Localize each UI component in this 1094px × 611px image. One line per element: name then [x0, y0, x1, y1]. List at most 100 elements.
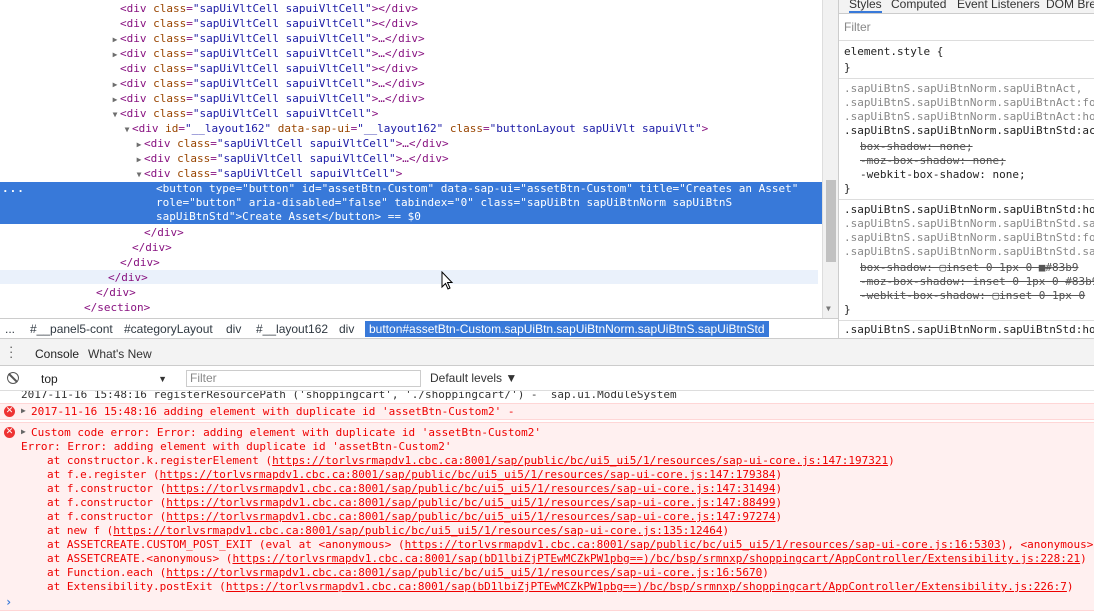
- expand-arrow-icon[interactable]: ▶: [110, 92, 120, 107]
- rule1-selector[interactable]: .sapUiBtnS.sapUiBtnNorm.sapUiBtnAct,: [844, 82, 1082, 96]
- stack-frame-link[interactable]: https://torlvsrmapdv1.cbc.ca:8001/sap/pu…: [405, 538, 1001, 551]
- dom-closing-tag[interactable]: </section>: [0, 300, 822, 315]
- collapse-arrow-icon[interactable]: ▼: [110, 107, 120, 122]
- stack-frame-link[interactable]: https://torlvsrmapdv1.cbc.ca:8001/sap(bD…: [232, 552, 1080, 565]
- breadcrumb-item[interactable]: div: [226, 321, 241, 337]
- expand-arrow-icon[interactable]: ▶: [21, 425, 26, 439]
- divider: [839, 320, 1094, 321]
- drawer-menu-icon[interactable]: · · ·: [9, 340, 13, 363]
- dom-closing-tag[interactable]: </div>: [0, 255, 822, 270]
- context-selector[interactable]: top ▼: [33, 371, 173, 387]
- console-error-row[interactable]: ✕ ▶ Custom code error: Error: adding ele…: [0, 422, 1094, 611]
- dom-token: ></div>: [371, 62, 419, 75]
- divider: [839, 199, 1094, 200]
- stack-frame-link[interactable]: https://torlvsrmapdv1.cbc.ca:8001/sap/pu…: [166, 496, 775, 509]
- dom-node[interactable]: ▶ <div class="sapUiVltCell sapuiVltCell">…: [0, 151, 822, 166]
- rule1-selector[interactable]: .sapUiBtnS.sapUiBtnNorm.sapUiBtnStd:ac: [844, 124, 1094, 138]
- dom-token: [271, 122, 278, 135]
- rule2-prop[interactable]: -moz-box-shadow: inset 0 1px 0 #83b9: [860, 275, 1094, 289]
- expand-arrow-icon[interactable]: ▶: [110, 32, 120, 47]
- scroll-down-icon[interactable]: ▼: [826, 304, 831, 313]
- expand-arrow-icon[interactable]: ▶: [21, 404, 26, 418]
- stack-frame-link[interactable]: https://torlvsrmapdv1.cbc.ca:8001/sap/pu…: [113, 524, 722, 537]
- expand-arrow-icon[interactable]: ▶: [110, 77, 120, 92]
- dom-node[interactable]: ▶ <div class="sapUiVltCell sapuiVltCell">…: [0, 136, 822, 151]
- dom-token: "sapUiVltCell sapuiVltCell": [192, 17, 372, 30]
- stack-frame-link[interactable]: https://torlvsrmapdv1.cbc.ca:8001/sap/pu…: [166, 510, 775, 523]
- rule2-selector[interactable]: .sapUiBtnS.sapUiBtnNorm.sapUiBtnStd.sa: [844, 217, 1094, 231]
- dom-token: <div: [120, 107, 154, 120]
- dom-node[interactable]: ▶ <div class="sapUiVltCell sapuiVltCell">…: [0, 76, 822, 91]
- rule2-selector[interactable]: .sapUiBtnS.sapUiBtnNorm.sapUiBtnStd.sa: [844, 245, 1094, 259]
- rule2-selector[interactable]: .sapUiBtnS.sapUiBtnNorm.sapUiBtnStd:ho: [844, 203, 1094, 217]
- dom-node[interactable]: <div class="sapUiVltCell sapuiVltCell"><…: [0, 61, 822, 76]
- rule1-prop[interactable]: -moz-box-shadow: none;: [860, 154, 1006, 168]
- breadcrumb-item[interactable]: div: [339, 321, 354, 337]
- elements-scrollbar[interactable]: ▼: [822, 0, 838, 318]
- dom-node[interactable]: ▼ <div class="sapUiVltCell sapuiVltCell">: [0, 106, 822, 121]
- rule1-prop[interactable]: -webkit-box-shadow: none;: [860, 168, 1026, 182]
- rule2-selector[interactable]: .sapUiBtnS.sapUiBtnNorm.sapUiBtnStd:fo: [844, 231, 1094, 245]
- rule1-selector[interactable]: .sapUiBtnS.sapUiBtnNorm.sapUiBtnAct:ho: [844, 110, 1094, 124]
- dom-token: "sapUiVltCell sapuiVltCell": [192, 2, 372, 15]
- breadcrumb-item[interactable]: #categoryLayout: [124, 321, 213, 337]
- styles-filter-input[interactable]: Filter: [844, 20, 871, 34]
- stack-frame-fn: at f.constructor (: [47, 510, 167, 523]
- dom-node[interactable]: ▼ <div class="sapUiVltCell sapuiVltCell">: [0, 166, 822, 181]
- tab-console[interactable]: Console: [35, 347, 79, 361]
- dom-token: class: [153, 107, 187, 120]
- tab-dom-breakpoints[interactable]: DOM Bre: [1046, 0, 1094, 11]
- mouse-cursor-icon: [441, 271, 454, 290]
- stack-frame-link[interactable]: https://torlvsrmapdv1.cbc.ca:8001/sap/pu…: [160, 468, 776, 481]
- dom-node[interactable]: ▶ <div class="sapUiVltCell sapuiVltCell">…: [0, 46, 822, 61]
- dom-token: class: [153, 32, 187, 45]
- stack-frame-link[interactable]: https://torlvsrmapdv1.cbc.ca:8001/sap/pu…: [272, 454, 888, 467]
- element-style-selector[interactable]: element.style {: [844, 45, 943, 59]
- tab-event-listeners[interactable]: Event Listeners: [957, 0, 1040, 11]
- console-log-line: 2017-11-16 15:48:16 registerResourcePath…: [21, 391, 677, 401]
- expand-arrow-icon[interactable]: ▶: [134, 137, 144, 152]
- log-levels-dropdown[interactable]: Default levels ▼: [430, 371, 517, 385]
- rule3-selector[interactable]: .sapUiBtnS.sapUiBtnNorm.sapUiBtnStd:ho: [844, 323, 1094, 337]
- expand-arrow-icon[interactable]: ▶: [110, 47, 120, 62]
- console-filter-input[interactable]: Filter: [186, 370, 421, 387]
- rule1-selector[interactable]: .sapUiBtnS.sapUiBtnNorm.sapUiBtnAct:fo: [844, 96, 1094, 110]
- breadcrumb-item[interactable]: #__layout162: [256, 321, 328, 337]
- dom-token: class: [177, 152, 211, 165]
- dom-node[interactable]: <div class="sapUiVltCell sapuiVltCell"><…: [0, 1, 822, 16]
- dom-node[interactable]: ▶ <div class="sapUiVltCell sapuiVltCell">…: [0, 91, 822, 106]
- console-output[interactable]: 2017-11-16 15:48:16 registerResourcePath…: [0, 391, 1094, 611]
- elements-scrollbar-thumb[interactable]: [826, 180, 836, 262]
- dom-closing-tag[interactable]: </div>: [0, 225, 822, 240]
- stack-frame-fn: at constructor.k.registerElement (: [47, 454, 273, 467]
- breadcrumb-item[interactable]: #__panel5-cont: [30, 321, 113, 337]
- elements-panel[interactable]: <div class = "sapUiVltCell sapuiVltCell" ><…: [0, 0, 822, 318]
- breadcrumb-item-selected[interactable]: button#assetBtn-Custom.sapUiBtn.sapUiBtn…: [365, 321, 769, 337]
- tab-whats-new[interactable]: What's New: [88, 347, 152, 361]
- stack-frame-link[interactable]: https://torlvsrmapdv1.cbc.ca:8001/sap(bD…: [226, 580, 1067, 593]
- clear-console-icon[interactable]: [7, 372, 19, 384]
- dom-closing-tag[interactable]: </div>: [0, 285, 822, 300]
- dom-node[interactable]: <div class="sapUiVltCell sapuiVltCell"><…: [0, 16, 822, 31]
- collapse-arrow-icon[interactable]: ▼: [122, 122, 132, 137]
- dom-node[interactable]: ▼ <div id="__layout162" data-sap-ui="__la…: [0, 121, 822, 136]
- dom-closing-tag[interactable]: </div>: [0, 240, 822, 255]
- collapse-arrow-icon[interactable]: ▼: [134, 167, 144, 182]
- rule1-prop[interactable]: box-shadow: none;: [860, 140, 973, 154]
- dom-closing-tag[interactable]: </div>: [0, 270, 822, 285]
- node-actions-dots[interactable]: ...: [2, 182, 25, 195]
- expand-arrow-icon[interactable]: ▶: [134, 152, 144, 167]
- tab-styles[interactable]: Styles: [849, 0, 882, 13]
- console-prompt-icon[interactable]: ›: [5, 595, 12, 609]
- rule2-prop[interactable]: -webkit-box-shadow: ▢inset 0 1px 0: [860, 289, 1085, 303]
- breadcrumb-more[interactable]: ...: [5, 321, 15, 337]
- stack-frame-suffix: ): [762, 566, 769, 579]
- tab-computed[interactable]: Computed: [891, 0, 946, 11]
- stack-frame-link[interactable]: https://torlvsrmapdv1.cbc.ca:8001/sap/pu…: [166, 566, 762, 579]
- stack-frame-link[interactable]: https://torlvsrmapdv1.cbc.ca:8001/sap/pu…: [166, 482, 775, 495]
- selected-node[interactable]: <button type="button" id="assetBtn-Custo…: [0, 182, 822, 224]
- rule2-prop[interactable]: box-shadow: ▢inset 0 1px 0 ■#83b9: [860, 261, 1079, 275]
- console-error-row[interactable]: ✕ ▶ 2017-11-16 15:48:16 adding element w…: [0, 403, 1094, 420]
- dom-token: =: [178, 122, 185, 135]
- dom-node[interactable]: ▶ <div class="sapUiVltCell sapuiVltCell">…: [0, 31, 822, 46]
